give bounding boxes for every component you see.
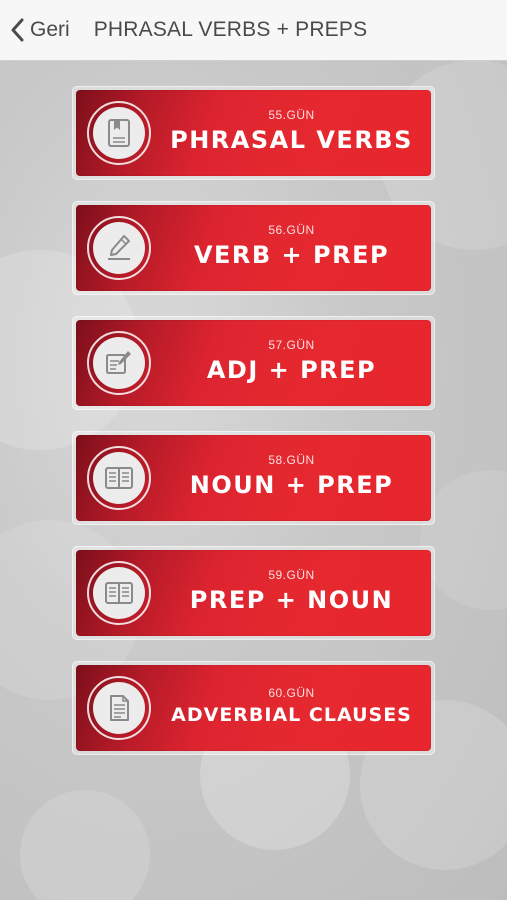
lesson-card-57[interactable]: 57.GÜN ADJ + PREP — [72, 316, 435, 410]
edit-note-icon — [93, 337, 145, 389]
navigation-bar: Geri PHRASAL VERBS + PREPS — [0, 0, 507, 61]
page-title: PHRASAL VERBS + PREPS — [93, 18, 368, 41]
lesson-card-59[interactable]: 59.GÜN PREP + NOUN — [72, 546, 435, 640]
lesson-card-body: 55.GÜN PHRASAL VERBS — [76, 90, 431, 176]
lesson-title: ADJ + PREP — [206, 356, 377, 384]
icon-ring — [87, 676, 151, 740]
lesson-title: PREP + NOUN — [189, 586, 394, 614]
lesson-card-body: 57.GÜN ADJ + PREP — [76, 320, 431, 406]
lesson-list: 55.GÜN PHRASAL VERBS 56.GÜN VERB + PREP — [72, 86, 435, 776]
icon-ring — [87, 446, 151, 510]
lesson-card-60[interactable]: 60.GÜN ADVERBIAL CLAUSES — [72, 661, 435, 755]
lesson-title: NOUN + PREP — [189, 471, 394, 499]
icon-ring — [87, 216, 151, 280]
day-label: 56.GÜN — [268, 223, 315, 237]
day-label: 60.GÜN — [268, 686, 315, 700]
day-label: 57.GÜN — [268, 338, 315, 352]
back-button[interactable]: Geri — [10, 18, 70, 42]
open-book-icon — [93, 567, 145, 619]
chevron-left-icon — [10, 18, 24, 42]
lesson-title: VERB + PREP — [193, 241, 390, 269]
lesson-title: ADVERBIAL CLAUSES — [171, 704, 412, 726]
icon-ring — [87, 331, 151, 395]
day-label: 58.GÜN — [268, 453, 315, 467]
day-label: 55.GÜN — [268, 108, 315, 122]
lesson-card-body: 60.GÜN ADVERBIAL CLAUSES — [76, 665, 431, 751]
lesson-title: PHRASAL VERBS — [170, 126, 413, 154]
day-label: 59.GÜN — [268, 568, 315, 582]
icon-ring — [87, 561, 151, 625]
lesson-card-body: 58.GÜN NOUN + PREP — [76, 435, 431, 521]
bookmark-book-icon — [93, 107, 145, 159]
icon-ring — [87, 101, 151, 165]
open-book-icon — [93, 452, 145, 504]
lesson-card-58[interactable]: 58.GÜN NOUN + PREP — [72, 431, 435, 525]
lesson-card-55[interactable]: 55.GÜN PHRASAL VERBS — [72, 86, 435, 180]
document-icon — [93, 682, 145, 734]
pen-writing-icon — [93, 222, 145, 274]
lesson-card-body: 59.GÜN PREP + NOUN — [76, 550, 431, 636]
lesson-card-56[interactable]: 56.GÜN VERB + PREP — [72, 201, 435, 295]
back-label: Geri — [30, 18, 70, 41]
lesson-card-body: 56.GÜN VERB + PREP — [76, 205, 431, 291]
